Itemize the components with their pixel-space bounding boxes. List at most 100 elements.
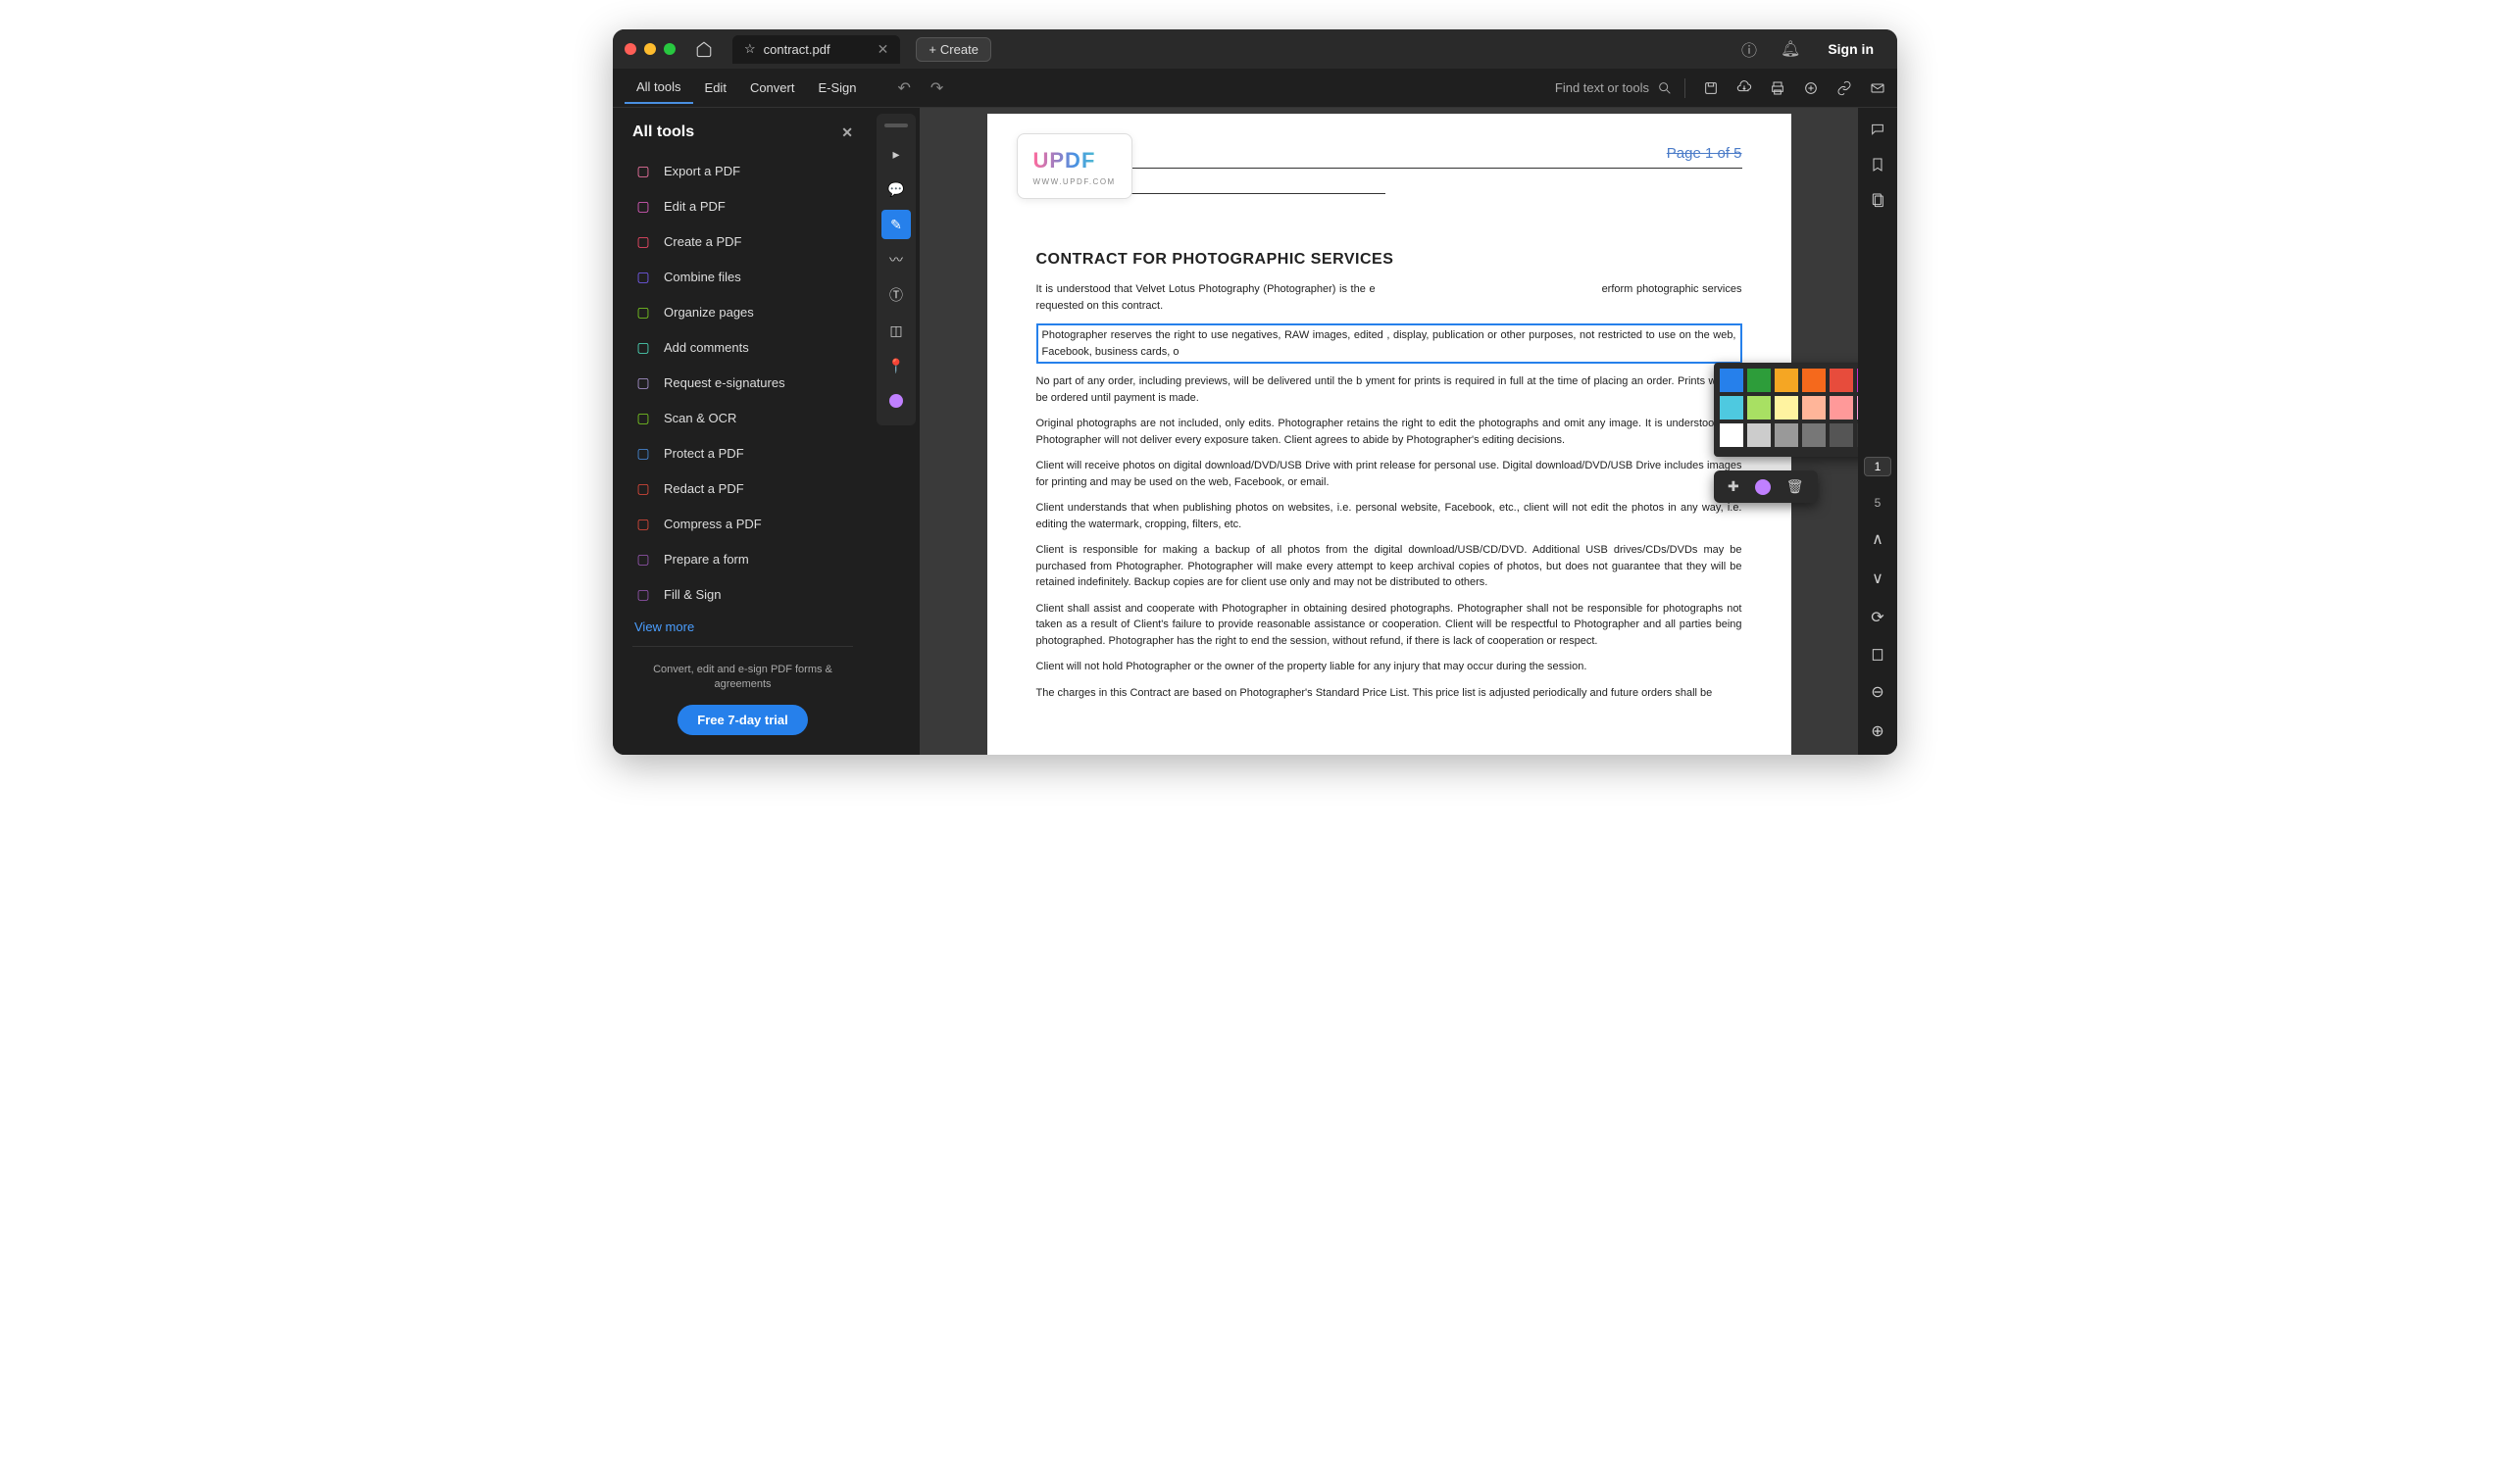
tool-item[interactable]: ▢Add comments <box>625 329 861 365</box>
sidebar-close-icon[interactable]: ✕ <box>841 124 853 141</box>
menu-esign[interactable]: E-Sign <box>806 73 868 103</box>
tool-icon: ▢ <box>634 550 652 568</box>
page-down-icon[interactable]: ∨ <box>1872 569 1883 588</box>
document-area[interactable]: UPDF WWW.UPDF.COM Page 1 of 5 Date: CONT… <box>920 108 1858 755</box>
tool-icon: ▢ <box>634 373 652 391</box>
view-more-link[interactable]: View more <box>625 612 861 642</box>
redo-icon[interactable]: ↷ <box>930 78 943 98</box>
highlighted-text[interactable]: Photographer reserves the right to use n… <box>1036 323 1742 364</box>
text-tool[interactable]: Ⓣ <box>881 280 911 310</box>
tool-item[interactable]: ▢Edit a PDF <box>625 188 861 223</box>
color-swatch[interactable] <box>1857 423 1858 447</box>
menu-convert[interactable]: Convert <box>738 73 807 103</box>
color-swatch[interactable] <box>1720 396 1743 420</box>
color-swatch[interactable] <box>1775 396 1798 420</box>
create-button[interactable]: + Create <box>916 37 991 62</box>
home-icon[interactable] <box>695 40 713 58</box>
eraser-tool[interactable]: ◫ <box>881 316 911 345</box>
contract-title: CONTRACT FOR PHOTOGRAPHIC SERVICES <box>1036 248 1742 272</box>
delete-icon[interactable]: 🗑 <box>1786 478 1804 495</box>
search-box[interactable]: Find text or tools <box>1555 80 1673 96</box>
mail-icon[interactable] <box>1870 80 1885 96</box>
color-swatch[interactable] <box>1802 369 1826 392</box>
pages-panel-icon[interactable] <box>1870 192 1885 208</box>
comment-tool[interactable]: 💬 <box>881 174 911 204</box>
current-page[interactable]: 1 <box>1864 457 1892 476</box>
select-tool[interactable]: ▸ <box>881 139 911 169</box>
right-panel: 1 5 ∧ ∨ ⟳ ⊖ ⊕ <box>1858 108 1897 755</box>
share-icon[interactable] <box>1803 80 1819 96</box>
rotate-icon[interactable]: ⟳ <box>1871 608 1883 627</box>
color-swatch[interactable] <box>1857 369 1858 392</box>
color-indicator[interactable] <box>881 386 911 416</box>
tool-item[interactable]: ▢Export a PDF <box>625 153 861 188</box>
pin-tool[interactable]: 📍 <box>881 351 911 380</box>
cloud-icon[interactable] <box>1736 80 1752 96</box>
add-comment-icon[interactable]: ✚ <box>1728 478 1739 495</box>
pdf-page: UPDF WWW.UPDF.COM Page 1 of 5 Date: CONT… <box>987 114 1791 755</box>
link-icon[interactable] <box>1836 80 1852 96</box>
plus-icon: + <box>929 42 936 57</box>
print-icon[interactable] <box>1770 80 1785 96</box>
color-swatch[interactable] <box>1830 396 1853 420</box>
color-swatch[interactable] <box>1720 423 1743 447</box>
tool-icon: ▢ <box>634 162 652 179</box>
fit-width-icon[interactable] <box>1870 647 1885 663</box>
minimize-window-icon[interactable] <box>644 43 656 55</box>
tool-item[interactable]: ▢Request e-signatures <box>625 365 861 400</box>
window-controls <box>625 43 676 55</box>
color-swatch[interactable] <box>1747 423 1771 447</box>
maximize-window-icon[interactable] <box>664 43 676 55</box>
notifications-icon[interactable]: 🔔︎ <box>1781 39 1800 59</box>
search-icon <box>1657 80 1673 96</box>
tool-icon: ▢ <box>634 479 652 497</box>
menubar: All tools Edit Convert E-Sign ↶ ↷ Find t… <box>613 69 1897 108</box>
tool-icon: ▢ <box>634 197 652 215</box>
tool-item[interactable]: ▢Protect a PDF <box>625 435 861 470</box>
tool-item[interactable]: ▢Organize pages <box>625 294 861 329</box>
annotation-toolbar: ▸ 💬 ✎ 〰 Ⓣ ◫ 📍 <box>877 114 916 425</box>
tool-item[interactable]: ▢Fill & Sign <box>625 576 861 612</box>
highlight-tool[interactable]: ✎ <box>881 210 911 239</box>
current-color-icon[interactable] <box>1755 479 1771 495</box>
tool-item[interactable]: ▢Scan & OCR <box>625 400 861 435</box>
color-swatch[interactable] <box>1775 423 1798 447</box>
tool-item[interactable]: ▢Combine files <box>625 259 861 294</box>
color-swatch[interactable] <box>1802 396 1826 420</box>
color-swatch[interactable] <box>1775 369 1798 392</box>
help-icon[interactable]: ⓘ <box>1741 37 1757 61</box>
color-swatch[interactable] <box>1830 423 1853 447</box>
color-swatch[interactable] <box>1720 369 1743 392</box>
page-up-icon[interactable]: ∧ <box>1872 529 1883 549</box>
color-swatch[interactable] <box>1747 396 1771 420</box>
color-swatch[interactable] <box>1830 369 1853 392</box>
draw-tool[interactable]: 〰 <box>881 245 911 274</box>
tool-item[interactable]: ▢Prepare a form <box>625 541 861 576</box>
close-window-icon[interactable] <box>625 43 636 55</box>
tool-icon: ▢ <box>634 303 652 321</box>
menu-edit[interactable]: Edit <box>693 73 738 103</box>
tool-item[interactable]: ▢Redact a PDF <box>625 470 861 506</box>
tool-item[interactable]: ▢Compress a PDF <box>625 506 861 541</box>
tool-icon: ▢ <box>634 338 652 356</box>
document-tab[interactable]: ☆ contract.pdf ✕ <box>732 35 900 64</box>
signin-button[interactable]: Sign in <box>1828 41 1874 57</box>
save-icon[interactable] <box>1703 80 1719 96</box>
menu-alltools[interactable]: All tools <box>625 72 693 104</box>
close-tab-icon[interactable]: ✕ <box>878 41 889 58</box>
color-swatch[interactable] <box>1802 423 1826 447</box>
app-window: ☆ contract.pdf ✕ + Create ⓘ 🔔︎ Sign in A… <box>613 29 1897 755</box>
comments-panel-icon[interactable] <box>1870 122 1885 137</box>
color-swatch[interactable] <box>1747 369 1771 392</box>
tool-icon: ▢ <box>634 409 652 426</box>
tab-title: contract.pdf <box>764 42 830 57</box>
drag-handle-icon[interactable] <box>884 124 908 127</box>
bookmarks-panel-icon[interactable] <box>1870 157 1885 173</box>
trial-button[interactable]: Free 7-day trial <box>678 705 808 735</box>
zoom-in-icon[interactable]: ⊕ <box>1871 721 1883 741</box>
tool-icon: ▢ <box>634 232 652 250</box>
undo-icon[interactable]: ↶ <box>898 78 911 98</box>
zoom-out-icon[interactable]: ⊖ <box>1871 682 1883 702</box>
color-swatch[interactable] <box>1857 396 1858 420</box>
tool-item[interactable]: ▢Create a PDF <box>625 223 861 259</box>
